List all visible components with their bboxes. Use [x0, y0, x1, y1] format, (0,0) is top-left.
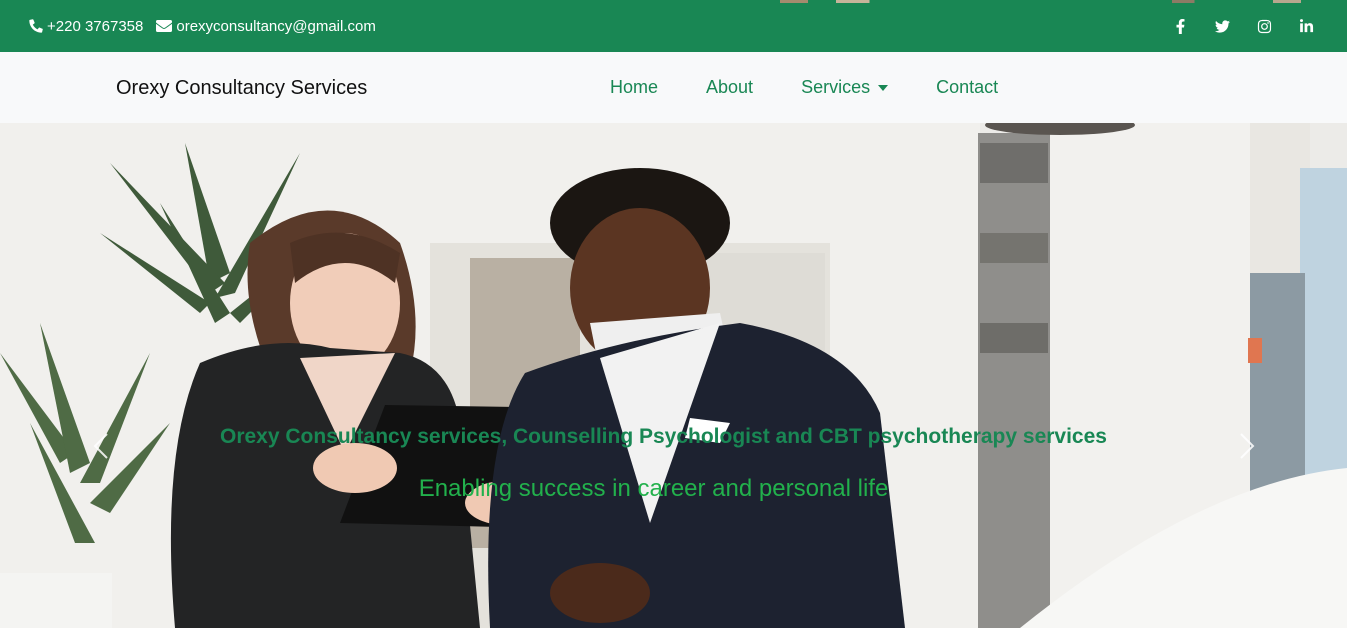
- nav-home-label: Home: [610, 77, 659, 97]
- brand-logo-text[interactable]: Orexy Consultancy Services: [116, 77, 367, 100]
- twitter-icon: [1215, 19, 1230, 33]
- hero-subtitle: Enabling success in career and personal …: [418, 475, 889, 502]
- nav-about-label: About: [706, 77, 754, 97]
- social-links: [1147, 18, 1315, 35]
- nav-home[interactable]: Home: [610, 77, 658, 98]
- nav-contact-label: Contact: [936, 77, 999, 97]
- hero-background-image: [0, 123, 1347, 628]
- twitter-link[interactable]: [1214, 18, 1231, 35]
- image-strip: [780, 0, 1340, 3]
- top-contact-bar: +220 3767358 orexyconsultancy@gmail.com: [0, 0, 1347, 52]
- facebook-icon: [1176, 18, 1185, 34]
- phone-number: +220 3767358: [47, 17, 144, 35]
- contact-info: +220 3767358 orexyconsultancy@gmail.com: [29, 18, 389, 35]
- nav-about[interactable]: About: [706, 77, 753, 98]
- email-contact[interactable]: orexyconsultancy@gmail.com: [156, 17, 376, 35]
- nav-menu: Home About Services Contact: [610, 77, 998, 98]
- hero-title: Orexy Consultancy services, Counselling …: [220, 425, 1107, 448]
- instagram-link[interactable]: [1256, 18, 1273, 35]
- nav-contact[interactable]: Contact: [936, 77, 998, 98]
- linkedin-link[interactable]: [1298, 18, 1315, 35]
- facebook-link[interactable]: [1172, 18, 1189, 35]
- envelope-icon: [156, 20, 173, 32]
- caret-down-icon: [878, 84, 889, 91]
- phone-icon: [29, 19, 43, 33]
- hero-carousel: Orexy Consultancy services, Counselling …: [0, 123, 1347, 628]
- nav-services-label: Services: [801, 77, 871, 97]
- nav-services-dropdown[interactable]: Services: [801, 77, 889, 98]
- instagram-icon: [1257, 19, 1272, 33]
- email-address: orexyconsultancy@gmail.com: [176, 17, 376, 35]
- phone-contact[interactable]: +220 3767358: [29, 18, 143, 35]
- main-navbar: Orexy Consultancy Services Home About Se…: [0, 52, 1347, 123]
- linkedin-icon: [1299, 18, 1314, 32]
